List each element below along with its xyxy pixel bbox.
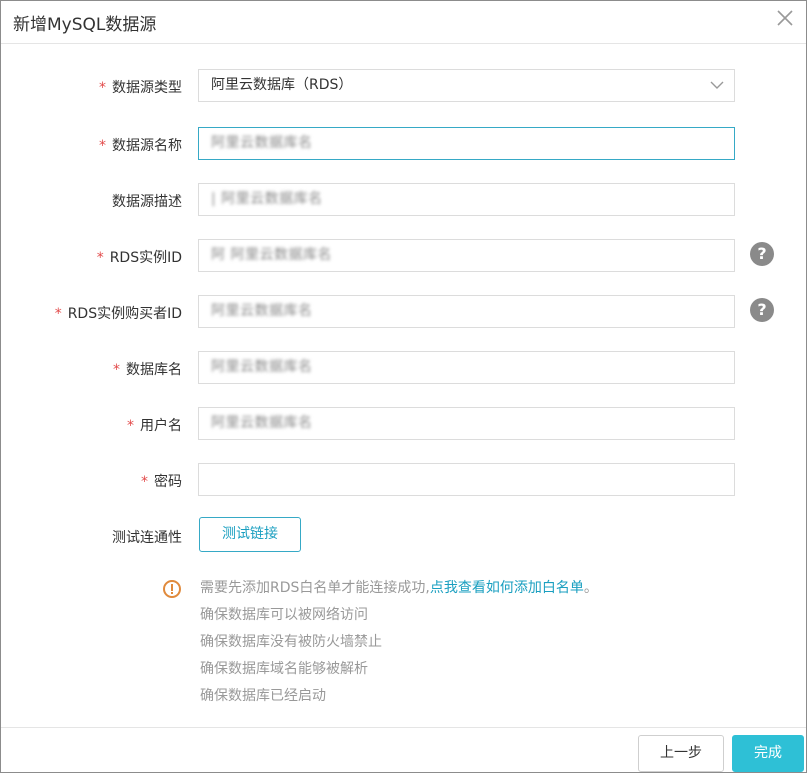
row-datasource-type: * 数据源类型 阿里云数据库（RDS） xyxy=(1,69,806,103)
tip-item: 确保数据库域名能够被解析 xyxy=(200,661,368,677)
required-mark: * xyxy=(113,362,120,378)
previous-step-button[interactable]: 上一步 xyxy=(638,735,724,772)
row-connectivity: 测试连通性 xyxy=(1,519,806,553)
tip-item: 确保数据库没有被防火墙禁止 xyxy=(200,634,382,650)
dialog-title: 新增MySQL数据源 xyxy=(13,15,157,35)
tip-item: 确保数据库可以被网络访问 xyxy=(200,607,368,623)
row-username: * 用户名 阿里云数据库名 xyxy=(1,407,806,441)
label-datasource-desc: 数据源描述 xyxy=(112,194,182,210)
tip-item: 确保数据库已经启动 xyxy=(200,688,326,704)
required-mark: * xyxy=(99,138,106,154)
datasource-type-select[interactable]: 阿里云数据库（RDS） xyxy=(198,69,735,102)
row-rds-instance-id: * RDS实例ID 阿 阿里云数据库名 ? xyxy=(1,239,806,273)
test-connection-button[interactable]: 测试链接 xyxy=(199,517,301,552)
label-password: * 密码 xyxy=(141,474,182,490)
connection-tips: 需要先添加RDS白名单才能连接成功,点我查看如何添加白名单。 确保数据库可以被网… xyxy=(200,575,598,710)
warning-icon xyxy=(163,580,181,598)
row-datasource-desc: 数据源描述 | 阿里云数据库名 xyxy=(1,183,806,217)
chevron-down-icon xyxy=(710,81,724,89)
required-mark: * xyxy=(96,250,104,266)
label-datasource-name: * 数据源名称 xyxy=(99,138,182,154)
required-mark: * xyxy=(141,474,148,490)
dialog-footer: 上一步 完成 xyxy=(1,727,806,773)
whitelist-help-link[interactable]: 点我查看如何添加白名单 xyxy=(430,580,584,596)
database-name-input[interactable]: 阿里云数据库名 xyxy=(198,351,735,384)
close-icon[interactable] xyxy=(774,7,796,29)
rds-instance-id-input[interactable]: 阿 阿里云数据库名 xyxy=(198,239,735,272)
required-mark: * xyxy=(99,80,106,96)
row-database-name: * 数据库名 阿里云数据库名 xyxy=(1,351,806,385)
row-password: * 密码 xyxy=(1,463,806,497)
datasource-name-input[interactable]: 阿里云数据库名 xyxy=(198,127,735,160)
username-input[interactable]: 阿里云数据库名 xyxy=(198,407,735,440)
row-datasource-name: * 数据源名称 阿里云数据库名 xyxy=(1,127,806,161)
password-input[interactable] xyxy=(198,463,735,496)
label-rds-buyer-id: * RDS实例购买者ID xyxy=(54,306,182,322)
rds-buyer-id-input[interactable]: 阿里云数据库名 xyxy=(198,295,735,328)
label-connectivity: 测试连通性 xyxy=(112,530,182,546)
help-icon[interactable]: ? xyxy=(750,298,774,322)
label-database-name: * 数据库名 xyxy=(113,362,182,378)
label-datasource-type: * 数据源类型 xyxy=(99,80,182,96)
required-mark: * xyxy=(127,418,134,434)
tip-whitelist: 需要先添加RDS白名单才能连接成功,点我查看如何添加白名单。 xyxy=(200,580,598,596)
required-mark: * xyxy=(54,306,62,322)
dialog-header: 新增MySQL数据源 xyxy=(1,1,806,44)
label-username: * 用户名 xyxy=(127,418,182,434)
label-rds-instance-id: * RDS实例ID xyxy=(96,250,182,266)
done-button[interactable]: 完成 xyxy=(732,735,804,772)
row-rds-buyer-id: * RDS实例购买者ID 阿里云数据库名 ? xyxy=(1,295,806,329)
help-icon[interactable]: ? xyxy=(750,242,774,266)
datasource-desc-input[interactable]: | 阿里云数据库名 xyxy=(198,183,735,216)
add-mysql-datasource-dialog: 新增MySQL数据源 * 数据源类型 阿里云数据库（RDS） * 数据源名称 阿里云… xyxy=(0,0,807,773)
